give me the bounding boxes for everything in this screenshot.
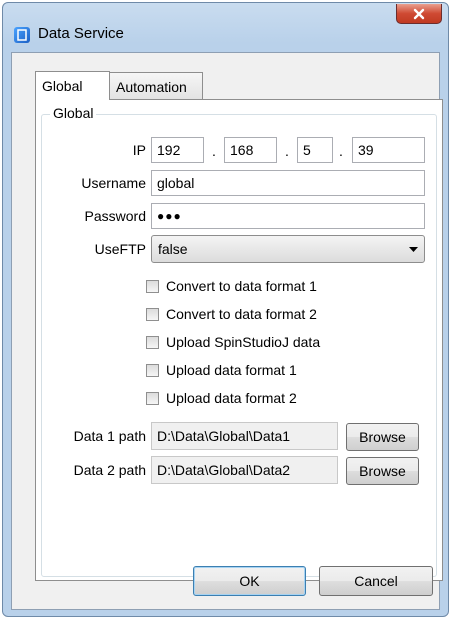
useftp-value: false <box>158 241 188 257</box>
checkbox-box[interactable] <box>146 335 159 349</box>
dialog-window: Data Service Automation Global Global IP… <box>2 2 449 617</box>
password-label: Password <box>84 208 146 224</box>
window-title: Data Service <box>38 25 124 42</box>
tab-automation[interactable]: Automation <box>109 72 203 99</box>
useftp-label: UseFTP <box>94 241 146 257</box>
checkbox-box[interactable] <box>146 391 159 405</box>
useftp-select[interactable]: false <box>151 235 425 263</box>
data2-browse-button[interactable]: Browse <box>346 457 419 485</box>
password-field[interactable]: ●●● <box>151 203 425 229</box>
data1-path-field[interactable]: D:\Data\Global\Data1 <box>151 422 338 450</box>
ip-octet-3[interactable]: 5 <box>297 137 333 163</box>
checkbox-box[interactable] <box>146 363 159 377</box>
title-bar[interactable]: Data Service <box>3 3 448 53</box>
dialog-client-area: Automation Global Global IP 192 . 168 . … <box>11 52 443 610</box>
data1-path-label: Data 1 path <box>73 428 146 444</box>
checkbox-convert-format-1[interactable]: Convert to data format 1 <box>146 276 317 296</box>
checkbox-upload-format-2[interactable]: Upload data format 2 <box>146 388 297 408</box>
ok-button[interactable]: OK <box>193 566 306 596</box>
username-label: Username <box>81 175 146 191</box>
ip-separator: . <box>339 143 343 159</box>
cancel-button[interactable]: Cancel <box>319 566 433 596</box>
username-field[interactable]: global <box>151 170 425 196</box>
close-button[interactable] <box>396 4 442 24</box>
ip-label: IP <box>132 142 146 158</box>
checkbox-box[interactable] <box>146 307 159 321</box>
global-groupbox: Global IP 192 . 168 . 5 . 39 Username gl… <box>41 105 437 577</box>
checkbox-label: Upload SpinStudioJ data <box>166 334 321 350</box>
ip-separator: . <box>285 143 289 159</box>
checkbox-upload-format-1[interactable]: Upload data format 1 <box>146 360 297 380</box>
ip-separator: . <box>212 143 216 159</box>
close-icon <box>413 8 425 19</box>
checkbox-convert-format-2[interactable]: Convert to data format 2 <box>146 304 317 324</box>
checkbox-label: Convert to data format 1 <box>166 278 317 294</box>
chevron-down-icon <box>409 247 418 252</box>
data2-path-field[interactable]: D:\Data\Global\Data2 <box>151 456 338 484</box>
checkbox-label: Upload data format 2 <box>166 390 297 406</box>
checkbox-label: Upload data format 1 <box>166 362 297 378</box>
tab-panel-global: Global IP 192 . 168 . 5 . 39 Username gl… <box>35 99 443 581</box>
checkbox-upload-spinstudioj[interactable]: Upload SpinStudioJ data <box>146 332 320 352</box>
checkbox-label: Convert to data format 2 <box>166 306 317 322</box>
data2-path-label: Data 2 path <box>73 462 146 478</box>
ip-octet-1[interactable]: 192 <box>151 137 204 163</box>
tab-global[interactable]: Global <box>35 71 110 100</box>
ip-octet-2[interactable]: 168 <box>224 137 277 163</box>
app-icon <box>14 27 30 43</box>
checkbox-box[interactable] <box>146 279 159 293</box>
data1-browse-button[interactable]: Browse <box>346 423 419 451</box>
group-title: Global <box>50 105 97 121</box>
ip-octet-4[interactable]: 39 <box>352 137 425 163</box>
